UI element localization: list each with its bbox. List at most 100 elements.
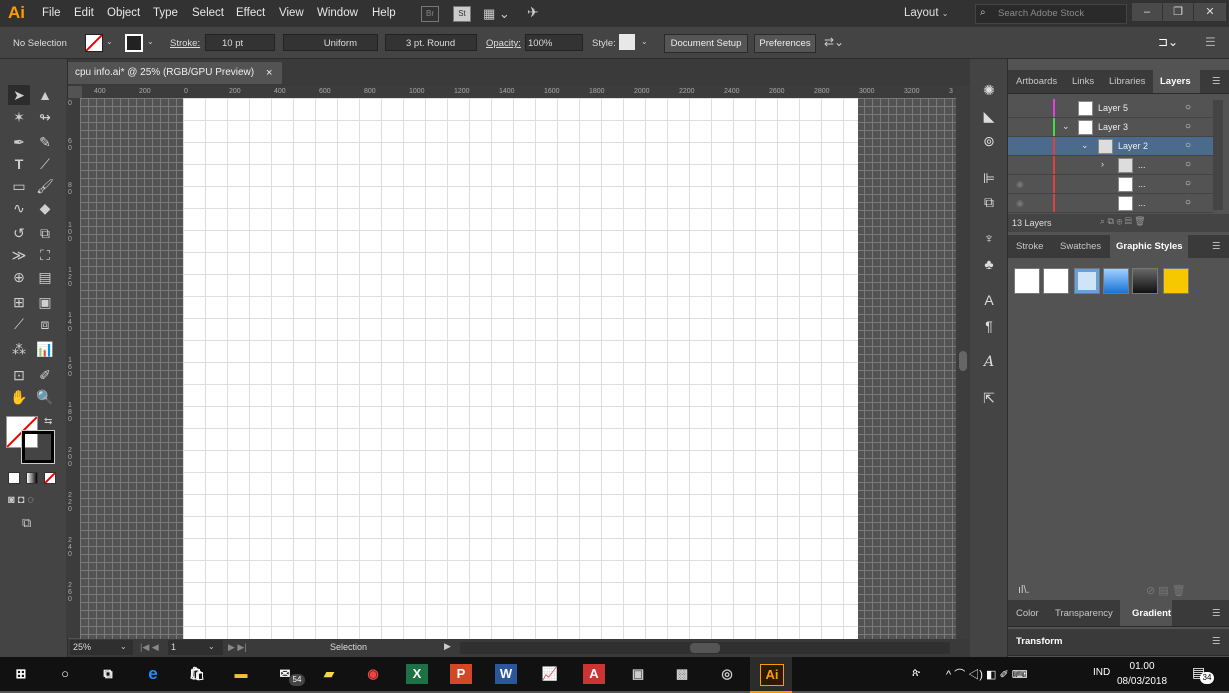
symbols-icon[interactable]: ♣ — [980, 255, 998, 273]
first-artboard-icon[interactable]: |◀ ◀ — [140, 642, 159, 653]
tab-gradient[interactable]: Gradient — [1132, 608, 1171, 619]
workspace-switcher[interactable]: Layout ⌄ — [904, 7, 948, 19]
tab-layers[interactable]: Layers — [1160, 76, 1191, 87]
stroke-label[interactable]: Stroke: — [170, 38, 200, 49]
mesh-tool-icon[interactable]: ⊞ — [8, 292, 30, 312]
document-tab[interactable]: cpu info.ai* @ 25% (RGB/GPU Preview) × — [68, 62, 282, 84]
lasso-tool-icon[interactable]: ↬ — [34, 107, 56, 127]
cortana-icon[interactable]: ○ — [54, 664, 76, 684]
people-icon[interactable]: ጵ — [912, 667, 920, 680]
zoom-tool-icon[interactable]: 🔍 — [34, 387, 56, 407]
gradient-tool-icon[interactable]: ▣ — [34, 292, 56, 312]
arrange-icon[interactable]: ⇄⌄ — [824, 35, 844, 49]
screen-mode-icon[interactable]: ⧉ — [22, 515, 31, 531]
zoom-dropdown-icon[interactable]: ⌄ — [120, 642, 127, 651]
store-icon[interactable]: 🛍 — [186, 664, 208, 684]
paragraph-styles-icon[interactable]: ¶ — [980, 317, 998, 335]
tab-color[interactable]: Color — [1016, 608, 1039, 619]
layers-footer-icons[interactable]: ⌕ ⧉ ⊕ ▤ 🗑 — [1100, 216, 1146, 227]
layer-name[interactable]: ... — [1138, 160, 1146, 170]
free-transform-tool-icon[interactable]: ⛶ — [34, 245, 56, 265]
artboard[interactable] — [183, 98, 858, 639]
vertical-scrollbar[interactable] — [956, 86, 970, 639]
sticky-notes-icon[interactable]: ▰ — [318, 664, 340, 684]
graphic-style-dark[interactable] — [1132, 268, 1158, 294]
tab-swatches[interactable]: Swatches — [1060, 241, 1101, 252]
menu-select[interactable]: Select — [192, 7, 224, 19]
layer-row[interactable]: ◉ ... ○ — [1008, 194, 1213, 213]
menu-type[interactable]: Type — [153, 7, 178, 19]
hand-tool-icon[interactable]: ✋ — [8, 387, 30, 407]
edge-icon[interactable]: e — [142, 664, 164, 684]
pathfinder-icon[interactable]: ⧉ — [980, 193, 998, 211]
tab-transform[interactable]: Transform — [1016, 636, 1062, 647]
app-circle-icon[interactable]: ◎ — [716, 664, 738, 684]
app-icon[interactable]: ▣ — [627, 664, 649, 684]
menu-edit[interactable]: Edit — [74, 7, 94, 19]
tab-links[interactable]: Links — [1072, 76, 1094, 87]
target-circle-icon[interactable]: ○ — [1185, 140, 1191, 151]
variable-width-profile[interactable]: Uniform — [283, 34, 378, 51]
preferences-button[interactable]: Preferences — [754, 34, 816, 53]
artboard-navigation-field[interactable]: 1 — [168, 640, 223, 655]
width-tool-icon[interactable]: ≫ — [8, 245, 30, 265]
brush-definition[interactable]: 3 pt. Round — [385, 34, 477, 51]
graphic-style-blue-outline[interactable] — [1074, 268, 1100, 294]
rotate-tool-icon[interactable]: ↺ — [8, 223, 30, 243]
navigator-icon[interactable]: ⊚ — [980, 132, 998, 150]
character-icon[interactable]: A — [980, 353, 998, 371]
visibility-eye-icon[interactable]: ◉ — [1016, 179, 1024, 190]
clock[interactable]: 01.00 08/03/2018 — [1117, 659, 1167, 689]
fill-swatch[interactable] — [85, 34, 103, 52]
excel-icon[interactable]: X — [406, 664, 428, 684]
stroke-dropdown-icon[interactable]: ⌄ — [147, 37, 154, 46]
magic-wand-tool-icon[interactable]: ✶ — [8, 107, 30, 127]
layer-row[interactable]: › ... ○ — [1008, 156, 1213, 175]
curvature-tool-icon[interactable]: ✎ — [34, 132, 56, 152]
artboard-tool-icon[interactable]: ⊡ — [8, 365, 30, 385]
graphic-styles-footer-icons[interactable]: ⊘ ▤ 🗑 — [1146, 584, 1186, 597]
none-mode-icon[interactable] — [44, 472, 56, 484]
illustrator-icon[interactable]: Ai — [760, 664, 784, 686]
visibility-eye-icon[interactable]: ◉ — [1016, 198, 1024, 209]
minimize-button[interactable]: – — [1132, 3, 1162, 21]
layer-row[interactable]: ◉ ... ○ — [1008, 175, 1213, 194]
horizontal-scrollbar[interactable] — [460, 642, 950, 654]
restore-button[interactable]: ❐ — [1163, 3, 1193, 21]
tab-stroke[interactable]: Stroke — [1016, 241, 1043, 252]
align-icon[interactable]: ⊫ — [980, 169, 998, 187]
graphic-style-libraries-icon[interactable]: ıl\. — [1018, 584, 1030, 596]
target-circle-icon[interactable]: ○ — [1185, 197, 1191, 208]
shaper-tool-icon[interactable]: ∿ — [8, 198, 30, 218]
expand-chevron-icon[interactable]: ⌄ — [1062, 121, 1070, 132]
tab-transparency[interactable]: Transparency — [1055, 608, 1113, 619]
graphic-style-blue-gradient[interactable] — [1103, 268, 1129, 294]
artboard-dropdown-icon[interactable]: ⌄ — [208, 642, 215, 651]
layer-name[interactable]: ... — [1138, 198, 1146, 208]
access-icon[interactable]: A — [583, 664, 605, 684]
bridge-icon[interactable]: Br — [421, 6, 439, 22]
chrome-icon[interactable]: ◉ — [362, 664, 384, 684]
opacity-field[interactable]: 100% — [525, 34, 583, 51]
menu-effect[interactable]: Effect — [236, 7, 265, 19]
task-view-icon[interactable]: ⧉ — [97, 664, 119, 684]
h-scroll-thumb[interactable] — [690, 643, 720, 653]
layer-row-selected[interactable]: ⌄ Layer 2 ○ — [1008, 137, 1213, 156]
powerpoint-icon[interactable]: P — [450, 664, 472, 684]
last-artboard-icon[interactable]: ▶ ▶| — [228, 642, 247, 653]
status-menu-arrow-icon[interactable]: ▶ — [444, 641, 451, 652]
arrange-documents-icon[interactable]: ▦ ⌄ — [483, 6, 510, 22]
layer-row[interactable]: ⌄ Layer 3 ○ — [1008, 118, 1213, 137]
layer-name[interactable]: Layer 3 — [1098, 122, 1128, 132]
export-icon[interactable]: ⇱ — [980, 389, 998, 407]
layer-name[interactable]: Layer 2 — [1118, 141, 1148, 151]
file-explorer-icon[interactable]: ▬ — [230, 664, 252, 684]
language-indicator[interactable]: IND — [1093, 667, 1110, 678]
menu-file[interactable]: File — [42, 7, 61, 19]
scale-tool-icon[interactable]: ⧉ — [34, 223, 56, 243]
type-tool-icon[interactable]: T — [8, 154, 30, 174]
panel-menu-icon[interactable]: ☰ — [1212, 76, 1221, 87]
layer-name[interactable]: Layer 5 — [1098, 103, 1128, 113]
direct-selection-tool-icon[interactable]: ▲ — [34, 85, 56, 105]
symbol-sprayer-tool-icon[interactable]: ⁂ — [8, 339, 30, 359]
